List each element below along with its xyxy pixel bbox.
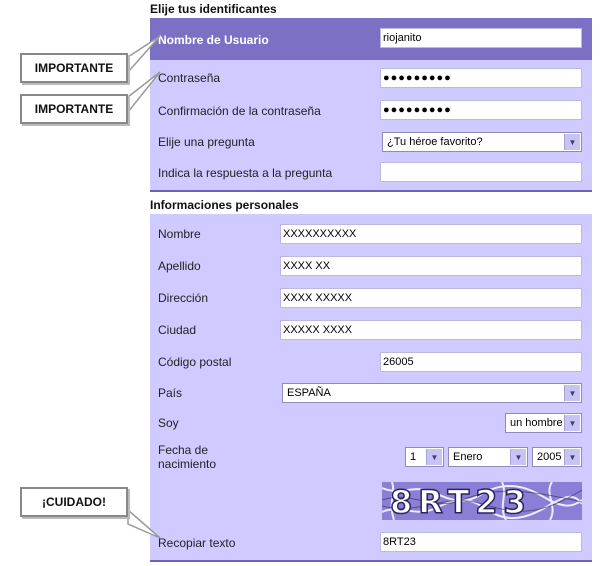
soy-select-value: un hombre [510,417,563,429]
question-select-value: ¿Tu héroe favorito? [387,136,483,148]
username-label: Nombre de Usuario [158,33,269,47]
codigo-postal-label: Código postal [158,355,232,369]
nombre-input[interactable]: XXXXXXXXXX [280,224,582,244]
question-label: Elije una pregunta [158,135,255,149]
section-title-identificantes: Elije tus identificantes [150,2,277,16]
fecha-label-line2: nacimiento [158,457,217,471]
anio-select[interactable]: 2005 ▼ [532,447,582,467]
ciudad-input[interactable]: XXXXX XXXX [280,320,582,340]
callout-cuidado: ¡CUIDADO! [20,487,128,517]
confirm-password-label: Confirmación de la contraseña [158,104,321,118]
answer-label: Indica la respuesta a la pregunta [158,166,333,180]
dia-select[interactable]: 1 ▼ [405,447,444,467]
recopiar-label: Recopiar texto [158,536,236,550]
dia-select-value: 1 [410,451,417,463]
chevron-down-icon[interactable]: ▼ [510,449,526,465]
recopiar-input[interactable]: 8RT23 [380,532,582,552]
apellido-input[interactable]: XXXX XX [280,256,582,276]
chevron-down-icon[interactable]: ▼ [564,385,580,401]
apellido-label: Apellido [158,259,201,273]
codigo-postal-input[interactable]: 26005 [380,352,582,372]
pais-select[interactable]: ESPAÑA ▼ [282,383,582,403]
password-input[interactable]: ●●●●●●●●● [380,68,582,88]
password-label: Contraseña [158,71,221,85]
chevron-down-icon[interactable]: ▼ [426,449,442,465]
answer-input[interactable] [380,162,582,182]
soy-label: Soy [158,416,179,430]
chevron-down-icon[interactable]: ▼ [564,415,580,431]
chevron-down-icon[interactable]: ▼ [564,449,580,465]
mes-select-value: Enero [453,451,483,463]
chevron-down-icon[interactable]: ▼ [564,134,580,150]
direccion-input[interactable]: XXXX XXXXX [280,288,582,308]
captcha-image: 8RT23 [382,482,582,520]
nombre-label: Nombre [158,227,201,241]
callout-importante-2: IMPORTANTE [20,94,128,124]
fecha-label-line1: Fecha de [158,443,209,457]
callout-importante-1: IMPORTANTE [20,53,128,83]
ciudad-label: Ciudad [158,323,197,337]
soy-select[interactable]: un hombre ▼ [505,413,582,433]
direccion-label: Dirección [158,291,209,305]
confirm-password-input[interactable]: ●●●●●●●●● [380,100,582,120]
bottom-divider [150,560,592,562]
section-divider [150,190,592,192]
question-select[interactable]: ¿Tu héroe favorito? ▼ [382,132,582,152]
anio-select-value: 2005 [537,451,562,463]
section-title-personales: Informaciones personales [150,198,299,212]
mes-select[interactable]: Enero ▼ [448,447,528,467]
pais-label: País [158,386,183,400]
pais-select-value: ESPAÑA [287,387,331,399]
captcha-text: 8RT23 [390,483,532,520]
username-input[interactable]: riojanito [380,28,582,48]
